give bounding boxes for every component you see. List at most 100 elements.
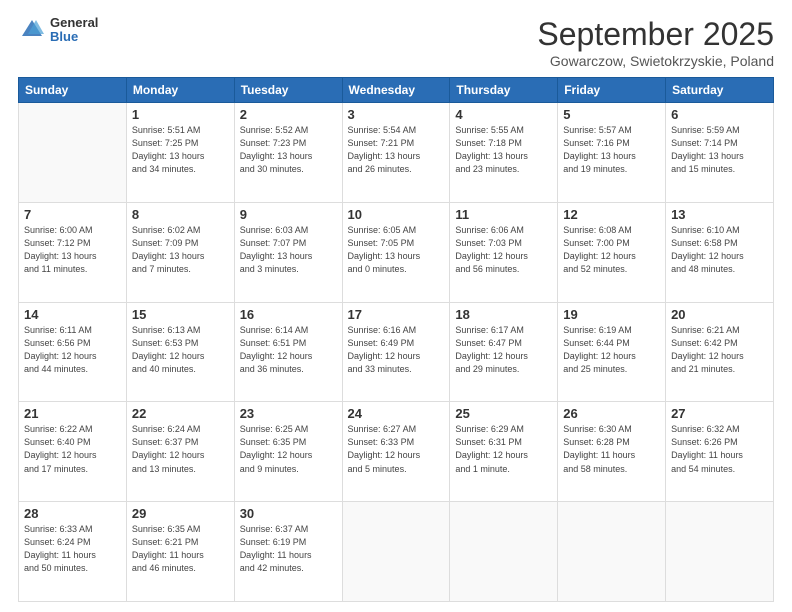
calendar-body: 1Sunrise: 5:51 AMSunset: 7:25 PMDaylight…: [19, 103, 774, 602]
day-info: Sunrise: 5:55 AMSunset: 7:18 PMDaylight:…: [455, 124, 552, 176]
day-number: 10: [348, 207, 445, 222]
day-cell: 5Sunrise: 5:57 AMSunset: 7:16 PMDaylight…: [558, 103, 666, 203]
day-cell: 22Sunrise: 6:24 AMSunset: 6:37 PMDayligh…: [126, 402, 234, 502]
day-number: 25: [455, 406, 552, 421]
day-info: Sunrise: 6:22 AMSunset: 6:40 PMDaylight:…: [24, 423, 121, 475]
day-cell: 30 Sunrise: 6:37 AMSunset: 6:19 PMDayligh…: [234, 502, 342, 602]
day-cell: 1Sunrise: 5:51 AMSunset: 7:25 PMDaylight…: [126, 103, 234, 203]
day-info: Sunrise: 6:05 AMSunset: 7:05 PMDaylight:…: [348, 224, 445, 276]
day-cell: [558, 502, 666, 602]
day-info: Sunrise: 5:59 AMSunset: 7:14 PMDaylight:…: [671, 124, 768, 176]
day-info: Sunrise: 6:30 AMSunset: 6:28 PMDaylight:…: [563, 423, 660, 475]
week-row-4: 21Sunrise: 6:22 AMSunset: 6:40 PMDayligh…: [19, 402, 774, 502]
day-number: 15: [132, 307, 229, 322]
day-cell: 14 Sunrise: 6:11 AMSunset: 6:56 PMDayligh…: [19, 302, 127, 402]
day-number: 7: [24, 207, 121, 222]
day-number: 24: [348, 406, 445, 421]
day-cell: [666, 502, 774, 602]
day-cell: 11 Sunrise: 6:06 AMSunset: 7:03 PMDayligh…: [450, 202, 558, 302]
day-number: 14: [24, 307, 121, 322]
day-info: Sunrise: 6:06 AMSunset: 7:03 PMDaylight:…: [455, 224, 552, 276]
day-cell: 6 Sunrise: 5:59 AMSunset: 7:14 PMDaylight…: [666, 103, 774, 203]
header-row: Sunday Monday Tuesday Wednesday Thursday…: [19, 78, 774, 103]
day-cell: 18 Sunrise: 6:17 AMSunset: 6:47 PMDayligh…: [450, 302, 558, 402]
day-info: Sunrise: 6:02 AMSunset: 7:09 PMDaylight:…: [132, 224, 229, 276]
day-cell: 4 Sunrise: 5:55 AMSunset: 7:18 PMDaylight…: [450, 103, 558, 203]
day-number: 28: [24, 506, 121, 521]
day-number: 6: [671, 107, 768, 122]
day-number: 11: [455, 207, 552, 222]
day-info: Sunrise: 6:13 AMSunset: 6:53 PMDaylight:…: [132, 324, 229, 376]
day-info: Sunrise: 6:27 AMSunset: 6:33 PMDaylight:…: [348, 423, 445, 475]
day-info: Sunrise: 6:16 AMSunset: 6:49 PMDaylight:…: [348, 324, 445, 376]
day-info: Sunrise: 6:00 AMSunset: 7:12 PMDaylight:…: [24, 224, 121, 276]
logo-text: General Blue: [50, 16, 98, 45]
week-row-1: 1Sunrise: 5:51 AMSunset: 7:25 PMDaylight…: [19, 103, 774, 203]
day-info: Sunrise: 6:21 AMSunset: 6:42 PMDaylight:…: [671, 324, 768, 376]
page: General Blue September 2025 Gowarczow, S…: [0, 0, 792, 612]
day-number: 13: [671, 207, 768, 222]
day-cell: 2Sunrise: 5:52 AMSunset: 7:23 PMDaylight…: [234, 103, 342, 203]
day-number: 20: [671, 307, 768, 322]
day-number: 4: [455, 107, 552, 122]
logo-icon: [18, 16, 46, 44]
day-cell: 24 Sunrise: 6:27 AMSunset: 6:33 PMDayligh…: [342, 402, 450, 502]
day-info: Sunrise: 6:11 AMSunset: 6:56 PMDaylight:…: [24, 324, 121, 376]
day-cell: 7 Sunrise: 6:00 AMSunset: 7:12 PMDaylight…: [19, 202, 127, 302]
day-info: Sunrise: 6:08 AMSunset: 7:00 PMDaylight:…: [563, 224, 660, 276]
day-cell: 25Sunrise: 6:29 AMSunset: 6:31 PMDayligh…: [450, 402, 558, 502]
calendar-table: Sunday Monday Tuesday Wednesday Thursday…: [18, 77, 774, 602]
calendar-subtitle: Gowarczow, Swietokrzyskie, Poland: [537, 53, 774, 69]
day-info: Sunrise: 6:03 AMSunset: 7:07 PMDaylight:…: [240, 224, 337, 276]
day-info: Sunrise: 6:19 AMSunset: 6:44 PMDaylight:…: [563, 324, 660, 376]
day-cell: 20 Sunrise: 6:21 AMSunset: 6:42 PMDayligh…: [666, 302, 774, 402]
day-cell: 13Sunrise: 6:10 AMSunset: 6:58 PMDayligh…: [666, 202, 774, 302]
day-number: 8: [132, 207, 229, 222]
day-info: Sunrise: 6:32 AMSunset: 6:26 PMDaylight:…: [671, 423, 768, 475]
week-row-5: 28 Sunrise: 6:33 AMSunset: 6:24 PMDayligh…: [19, 502, 774, 602]
day-number: 5: [563, 107, 660, 122]
day-info: Sunrise: 5:51 AMSunset: 7:25 PMDaylight:…: [132, 124, 229, 176]
day-cell: 10 Sunrise: 6:05 AMSunset: 7:05 PMDayligh…: [342, 202, 450, 302]
day-number: 17: [348, 307, 445, 322]
day-cell: [19, 103, 127, 203]
col-saturday: Saturday: [666, 78, 774, 103]
day-info: Sunrise: 6:25 AMSunset: 6:35 PMDaylight:…: [240, 423, 337, 475]
day-info: Sunrise: 6:37 AMSunset: 6:19 PMDaylight:…: [240, 523, 337, 575]
day-number: 3: [348, 107, 445, 122]
col-monday: Monday: [126, 78, 234, 103]
day-number: 18: [455, 307, 552, 322]
col-sunday: Sunday: [19, 78, 127, 103]
day-cell: 27 Sunrise: 6:32 AMSunset: 6:26 PMDayligh…: [666, 402, 774, 502]
day-cell: [342, 502, 450, 602]
calendar-title: September 2025: [537, 16, 774, 53]
day-number: 22: [132, 406, 229, 421]
col-thursday: Thursday: [450, 78, 558, 103]
day-number: 2: [240, 107, 337, 122]
day-number: 30: [240, 506, 337, 521]
col-wednesday: Wednesday: [342, 78, 450, 103]
day-cell: 21Sunrise: 6:22 AMSunset: 6:40 PMDayligh…: [19, 402, 127, 502]
day-info: Sunrise: 6:17 AMSunset: 6:47 PMDaylight:…: [455, 324, 552, 376]
day-cell: 15 Sunrise: 6:13 AMSunset: 6:53 PMDayligh…: [126, 302, 234, 402]
day-number: 29: [132, 506, 229, 521]
day-number: 23: [240, 406, 337, 421]
day-cell: 16Sunrise: 6:14 AMSunset: 6:51 PMDayligh…: [234, 302, 342, 402]
week-row-3: 14 Sunrise: 6:11 AMSunset: 6:56 PMDayligh…: [19, 302, 774, 402]
day-cell: 26Sunrise: 6:30 AMSunset: 6:28 PMDayligh…: [558, 402, 666, 502]
day-info: Sunrise: 6:33 AMSunset: 6:24 PMDaylight:…: [24, 523, 121, 575]
day-cell: 28 Sunrise: 6:33 AMSunset: 6:24 PMDayligh…: [19, 502, 127, 602]
day-info: Sunrise: 6:14 AMSunset: 6:51 PMDaylight:…: [240, 324, 337, 376]
day-cell: 8 Sunrise: 6:02 AMSunset: 7:09 PMDaylight…: [126, 202, 234, 302]
col-friday: Friday: [558, 78, 666, 103]
day-cell: 29Sunrise: 6:35 AMSunset: 6:21 PMDayligh…: [126, 502, 234, 602]
logo-general-text: General: [50, 16, 98, 30]
logo: General Blue: [18, 16, 98, 45]
day-number: 27: [671, 406, 768, 421]
day-cell: 17 Sunrise: 6:16 AMSunset: 6:49 PMDayligh…: [342, 302, 450, 402]
day-cell: 19Sunrise: 6:19 AMSunset: 6:44 PMDayligh…: [558, 302, 666, 402]
day-cell: 3Sunrise: 5:54 AMSunset: 7:21 PMDaylight…: [342, 103, 450, 203]
day-cell: 12Sunrise: 6:08 AMSunset: 7:00 PMDayligh…: [558, 202, 666, 302]
day-number: 9: [240, 207, 337, 222]
title-block: September 2025 Gowarczow, Swietokrzyskie…: [537, 16, 774, 69]
